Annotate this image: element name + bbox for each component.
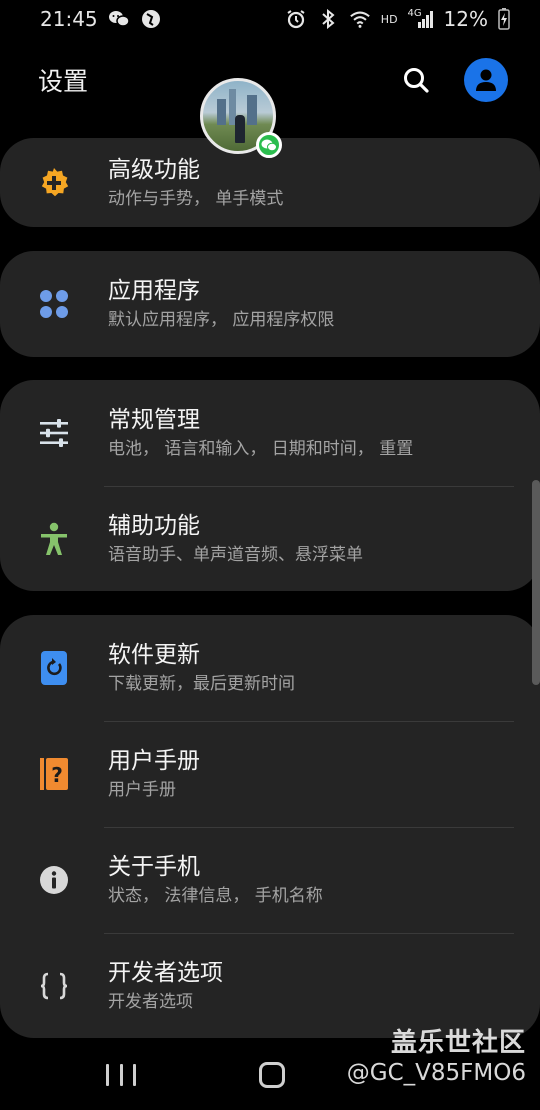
- item-title: 关于手机: [108, 854, 200, 880]
- status-time: 21:45: [40, 7, 98, 31]
- settings-item-apps[interactable]: 应用程序 默认应用程序， 应用程序权限: [0, 251, 540, 357]
- item-title: 应用程序: [108, 278, 200, 304]
- item-subtitle: 动作与手势， 单手模式: [108, 188, 284, 209]
- account-button[interactable]: [464, 58, 508, 102]
- status-left: 21:45: [40, 7, 162, 31]
- item-texts: 应用程序 默认应用程序， 应用程序权限: [108, 276, 334, 332]
- accessibility-icon: [0, 486, 108, 591]
- settings-item-general-management[interactable]: 常规管理 电池， 语言和输入， 日期和时间， 重置: [0, 380, 540, 486]
- item-texts: 关于手机 状态， 法律信息， 手机名称: [108, 852, 323, 908]
- signal-icon: 4G: [408, 8, 434, 30]
- item-subtitle: 语音助手、单声道音频、悬浮菜单: [108, 545, 363, 565]
- signal-type: 4G: [407, 8, 422, 19]
- wechat-icon: [108, 8, 130, 30]
- item-subtitle: 默认应用程序， 应用程序权限: [108, 310, 335, 330]
- search-icon: [404, 68, 429, 93]
- settings-screen: 21:45 HD 4G 12% 设置 高级功能 动作与手势， 单手模式 应用程序…: [0, 0, 540, 1110]
- network-labels: HD: [381, 14, 398, 25]
- divider: [104, 827, 514, 828]
- item-title: 用户手册: [108, 748, 200, 774]
- recent-apps-icon: [133, 1064, 136, 1086]
- recent-apps-button[interactable]: [106, 1064, 136, 1088]
- item-title: 常规管理: [108, 407, 200, 433]
- status-right: HD 4G 12%: [285, 7, 510, 31]
- watermark-brand: 盖乐世社区: [390, 1028, 526, 1058]
- profile-avatar[interactable]: [200, 78, 282, 158]
- wechat-badge-icon: [256, 132, 282, 158]
- scrollbar[interactable]: [532, 480, 540, 685]
- item-title: 高级功能: [108, 156, 200, 183]
- browser-icon: [140, 8, 162, 30]
- alarm-icon: [285, 8, 307, 30]
- settings-item-about-phone[interactable]: 关于手机 状态， 法律信息， 手机名称: [0, 827, 540, 933]
- wifi-icon: [349, 8, 371, 30]
- recent-apps-icon: [106, 1064, 109, 1086]
- advanced-features-icon: [0, 138, 108, 227]
- section-device: 软件更新 下载更新，最后更新时间 ? 用户手册 用户手册 关于手机 状态， 法律…: [0, 615, 540, 1038]
- developer-options-icon: [0, 933, 108, 1038]
- item-texts: 高级功能 动作与手势， 单手模式: [108, 155, 283, 211]
- settings-item-accessibility[interactable]: 辅助功能 语音助手、单声道音频、悬浮菜单: [0, 486, 540, 591]
- battery-icon: [498, 8, 510, 30]
- settings-item-user-manual[interactable]: ? 用户手册 用户手册: [0, 721, 540, 827]
- header-actions: [396, 58, 508, 102]
- search-button[interactable]: [396, 60, 436, 100]
- avatar-building: [217, 99, 226, 125]
- item-title: 开发者选项: [108, 960, 223, 986]
- recent-apps-icon: [119, 1064, 123, 1086]
- info-icon: [0, 827, 108, 933]
- divider: [104, 933, 514, 934]
- settings-item-software-update[interactable]: 软件更新 下载更新，最后更新时间: [0, 615, 540, 721]
- watermark-user: @GC_V85FMO6: [346, 1060, 526, 1086]
- bluetooth-icon: [317, 8, 339, 30]
- item-subtitle: 开发者选项: [108, 992, 193, 1012]
- item-texts: 开发者选项 开发者选项: [108, 958, 223, 1014]
- page-title: 设置: [38, 67, 89, 96]
- battery-percent: 12%: [443, 7, 488, 31]
- item-texts: 辅助功能 语音助手、单声道音频、悬浮菜单: [108, 511, 363, 567]
- svg-text:?: ?: [51, 763, 63, 787]
- apps-icon: [0, 251, 108, 357]
- network-type: HD: [380, 12, 398, 26]
- section-general: 常规管理 电池， 语言和输入， 日期和时间， 重置 辅助功能 语音助手、单声道音…: [0, 380, 540, 591]
- item-subtitle: 下载更新，最后更新时间: [108, 674, 295, 694]
- item-subtitle: 状态， 法律信息， 手机名称: [108, 886, 323, 906]
- item-subtitle: 用户手册: [108, 780, 176, 800]
- account-icon: [476, 69, 496, 91]
- section-apps: 应用程序 默认应用程序， 应用程序权限: [0, 251, 540, 357]
- item-title: 软件更新: [108, 642, 200, 668]
- divider: [104, 486, 514, 487]
- sliders-icon: [0, 380, 108, 486]
- avatar-building: [247, 95, 257, 125]
- item-texts: 常规管理 电池， 语言和输入， 日期和时间， 重置: [108, 405, 413, 461]
- divider: [104, 721, 514, 722]
- item-subtitle: 电池， 语言和输入， 日期和时间， 重置: [108, 439, 414, 459]
- status-bar: 21:45 HD 4G 12%: [0, 0, 540, 38]
- item-title: 辅助功能: [108, 513, 200, 539]
- user-manual-icon: ?: [0, 721, 108, 827]
- item-texts: 软件更新 下载更新，最后更新时间: [108, 640, 295, 696]
- home-button[interactable]: [259, 1062, 285, 1088]
- software-update-icon: [0, 615, 108, 721]
- item-texts: 用户手册 用户手册: [108, 746, 200, 802]
- avatar-person: [235, 115, 245, 143]
